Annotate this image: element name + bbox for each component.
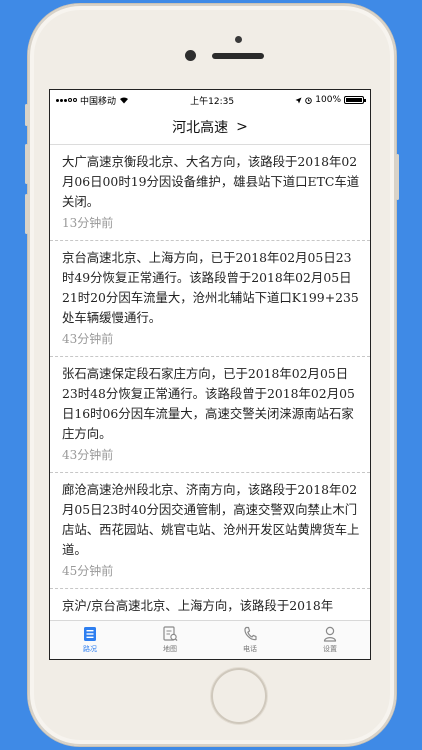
tab-label: 地图: [163, 645, 177, 653]
news-text: 廊沧高速沧州段北京、济南方向，该路段于2018年02月05日23时40分因交通管…: [62, 482, 360, 557]
profile-icon: [323, 626, 337, 642]
traffic-news-list[interactable]: 大广高速京衡段北京、大名方向，该路段于2018年02月06日00时19分因设备维…: [50, 145, 370, 621]
location-icon: [295, 97, 302, 103]
news-text: 张石高速保定段石家庄方向，已于2018年02月05日23时48分恢复正常通行。该…: [62, 366, 355, 441]
earpiece-speaker: [212, 53, 264, 59]
tab-label: 电话: [243, 645, 257, 653]
page-title[interactable]: 河北高速: [172, 117, 228, 137]
news-text: 大广高速京衡段北京、大名方向，该路段于2018年02月06日00时19分因设备维…: [62, 154, 360, 209]
front-camera: [185, 50, 196, 61]
phone-icon: [244, 626, 257, 641]
list-item[interactable]: 京台高速北京、上海方向，已于2018年02月05日23时49分恢复正常通行。该路…: [50, 241, 370, 357]
tab-phone[interactable]: 电话: [210, 621, 290, 659]
tab-bar: 路况 地图 电话 设置: [50, 620, 370, 659]
app-screen: 中国移动 上午12:35 100% 河北高速 > 大广高速京衡段北京、大名方向，…: [50, 90, 370, 659]
list-item[interactable]: 张石高速保定段石家庄方向，已于2018年02月05日23时48分恢复正常通行。该…: [50, 357, 370, 473]
nav-title-bar[interactable]: 河北高速 >: [50, 110, 370, 145]
news-time: 13分钟前: [62, 216, 114, 230]
chevron-right-icon[interactable]: >: [236, 119, 248, 135]
list-item[interactable]: 京沪/京台高速北京、上海方向，该路段于2018年: [50, 589, 370, 621]
carrier-label: 中国移动: [80, 96, 117, 107]
list-item[interactable]: 廊沧高速沧州段北京、济南方向，该路段于2018年02月05日23时40分因交通管…: [50, 473, 370, 589]
volume-up-button: [25, 144, 28, 184]
list-item[interactable]: 大广高速京衡段北京、大名方向，该路段于2018年02月06日00时19分因设备维…: [50, 145, 370, 241]
battery-icon: [344, 96, 366, 104]
signal-icon: [56, 98, 77, 102]
news-time: 43分钟前: [62, 332, 114, 346]
home-button[interactable]: [211, 668, 267, 724]
battery-percent: 100%: [315, 95, 341, 105]
map-icon: [162, 626, 177, 642]
tab-label: 设置: [323, 645, 337, 653]
tab-map[interactable]: 地图: [130, 621, 210, 659]
news-text: 京台高速北京、上海方向，已于2018年02月05日23时49分恢复正常通行。该路…: [62, 250, 359, 325]
status-bar: 中国移动 上午12:35 100%: [50, 90, 370, 110]
tab-label: 路况: [83, 645, 97, 653]
power-button: [396, 154, 399, 200]
news-text: 京沪/京台高速北京、上海方向，该路段于2018年: [62, 598, 334, 613]
clock: 上午12:35: [190, 96, 235, 107]
wifi-icon: [120, 97, 129, 104]
volume-down-button: [25, 194, 28, 234]
road-report-icon: [84, 627, 96, 641]
tab-settings[interactable]: 设置: [290, 621, 370, 659]
mute-switch: [25, 104, 28, 126]
proximity-sensor: [235, 36, 242, 43]
news-time: 43分钟前: [62, 448, 114, 462]
alarm-icon: [305, 96, 313, 104]
tab-road-report[interactable]: 路况: [50, 621, 130, 659]
news-time: 45分钟前: [62, 564, 114, 578]
